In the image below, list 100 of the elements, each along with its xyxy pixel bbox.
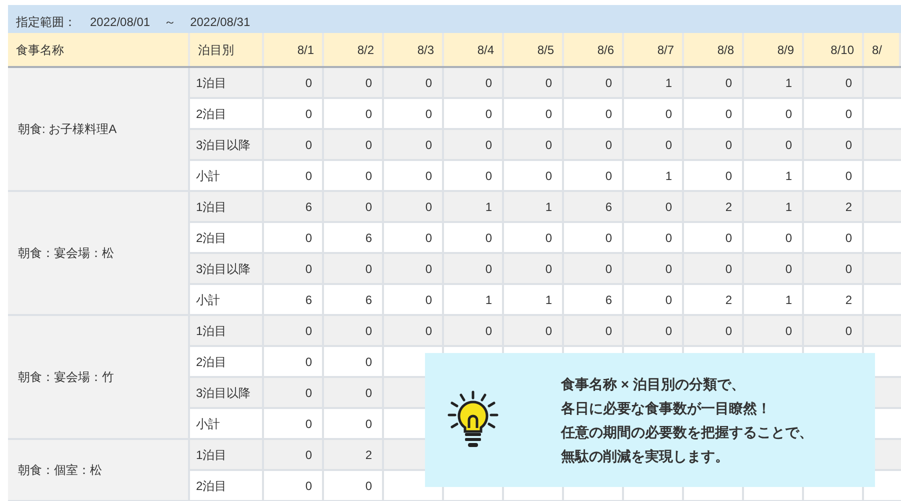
count-cell: 0 xyxy=(744,254,804,285)
callout-text: 食事名称 × 泊目別の分類で、 xyxy=(561,375,746,394)
count-cell: 0 xyxy=(384,223,444,254)
count-cell: 0 xyxy=(804,99,864,130)
count-cell: 0 xyxy=(384,161,444,192)
count-cell: 1 xyxy=(744,285,804,316)
count-cell: 0 xyxy=(264,99,324,130)
callout-text: 無駄の削減を実現します。 xyxy=(561,447,730,466)
count-cell: 0 xyxy=(444,99,504,130)
count-cell: 0 xyxy=(564,316,624,347)
count-cell: 6 xyxy=(564,192,624,223)
count-cell: 0 xyxy=(444,130,504,161)
count-cell: 1 xyxy=(624,68,684,99)
count-cell: 0 xyxy=(804,161,864,192)
count-cell: 0 xyxy=(444,68,504,99)
stay-cell: 1泊目 xyxy=(190,440,264,471)
meal-name-cell: 朝食：宴会場：松 xyxy=(8,192,190,316)
count-cell: 0 xyxy=(804,316,864,347)
count-cell: 1 xyxy=(744,192,804,223)
light-bulb-icon xyxy=(447,390,499,450)
count-cell: 0 xyxy=(624,192,684,223)
count-cell: 6 xyxy=(564,285,624,316)
column-header: 食事名称 xyxy=(8,33,190,66)
count-cell: 0 xyxy=(504,223,564,254)
count-cell: 0 xyxy=(564,130,624,161)
count-cell: 0 xyxy=(264,409,324,440)
column-header: 8/1 xyxy=(264,33,324,66)
column-header: 8/7 xyxy=(624,33,684,66)
stay-cell: 2泊目 xyxy=(190,347,264,378)
count-cell: 0 xyxy=(264,316,324,347)
column-header: 8/6 xyxy=(564,33,624,66)
count-cell: 0 xyxy=(804,254,864,285)
stay-cell: 2泊目 xyxy=(190,99,264,130)
count-cell: 0 xyxy=(264,440,324,471)
count-cell: 0 xyxy=(384,99,444,130)
count-cell: 0 xyxy=(384,68,444,99)
count-cell: 2 xyxy=(324,440,384,471)
count-cell: 0 xyxy=(804,68,864,99)
count-cell: 0 xyxy=(324,192,384,223)
count-cell: 6 xyxy=(264,285,324,316)
count-cell: 6 xyxy=(264,192,324,223)
count-cell: 0 xyxy=(324,161,384,192)
table-cell xyxy=(864,254,901,285)
count-cell: 0 xyxy=(744,223,804,254)
table-cell xyxy=(864,130,901,161)
count-cell: 0 xyxy=(744,130,804,161)
count-cell: 0 xyxy=(684,223,744,254)
count-cell: 0 xyxy=(564,254,624,285)
count-cell: 0 xyxy=(384,254,444,285)
count-cell: 0 xyxy=(684,68,744,99)
count-cell: 0 xyxy=(324,68,384,99)
count-cell: 0 xyxy=(384,285,444,316)
column-header: 8/10 xyxy=(804,33,864,66)
count-cell: 0 xyxy=(264,378,324,409)
column-header: 8/3 xyxy=(384,33,444,66)
stay-cell: 1泊目 xyxy=(190,192,264,223)
count-cell: 0 xyxy=(384,130,444,161)
count-cell: 2 xyxy=(684,192,744,223)
stay-cell: 3泊目以降 xyxy=(190,130,264,161)
stay-cell: 1泊目 xyxy=(190,68,264,99)
count-cell: 0 xyxy=(444,316,504,347)
count-cell: 0 xyxy=(324,130,384,161)
count-cell: 0 xyxy=(684,99,744,130)
count-cell: 2 xyxy=(804,285,864,316)
meal-name-cell: 朝食: お子様料理A xyxy=(8,68,190,192)
date-from: 2022/08/01 xyxy=(90,14,150,31)
count-cell: 0 xyxy=(624,223,684,254)
column-header: 8/4 xyxy=(444,33,504,66)
count-cell: 0 xyxy=(504,130,564,161)
stay-cell: 小計 xyxy=(190,161,264,192)
count-cell: 1 xyxy=(504,192,564,223)
count-cell: 0 xyxy=(324,347,384,378)
count-cell: 1 xyxy=(624,161,684,192)
count-cell: 1 xyxy=(744,68,804,99)
count-cell: 0 xyxy=(624,254,684,285)
count-cell: 2 xyxy=(684,285,744,316)
table-cell xyxy=(864,316,901,347)
count-cell: 0 xyxy=(264,161,324,192)
count-cell: 1 xyxy=(444,285,504,316)
count-cell: 0 xyxy=(804,223,864,254)
count-cell: 0 xyxy=(264,68,324,99)
table-cell xyxy=(864,68,901,99)
count-cell: 0 xyxy=(324,316,384,347)
count-cell: 0 xyxy=(684,316,744,347)
count-cell: 0 xyxy=(564,223,624,254)
count-cell: 0 xyxy=(324,254,384,285)
column-header: 8/9 xyxy=(744,33,804,66)
meal-name-cell: 朝食：宴会場：竹 xyxy=(8,316,190,440)
count-cell: 1 xyxy=(444,192,504,223)
count-cell: 0 xyxy=(264,471,324,501)
count-cell: 0 xyxy=(324,409,384,440)
stay-cell: 3泊目以降 xyxy=(190,378,264,409)
count-cell: 0 xyxy=(624,99,684,130)
count-cell: 0 xyxy=(384,316,444,347)
count-cell: 1 xyxy=(744,161,804,192)
count-cell: 0 xyxy=(324,378,384,409)
count-cell: 0 xyxy=(504,254,564,285)
count-cell: 0 xyxy=(324,471,384,501)
callout-text: 任意の期間の必要数を把握することで、 xyxy=(561,423,813,442)
count-cell: 0 xyxy=(264,254,324,285)
